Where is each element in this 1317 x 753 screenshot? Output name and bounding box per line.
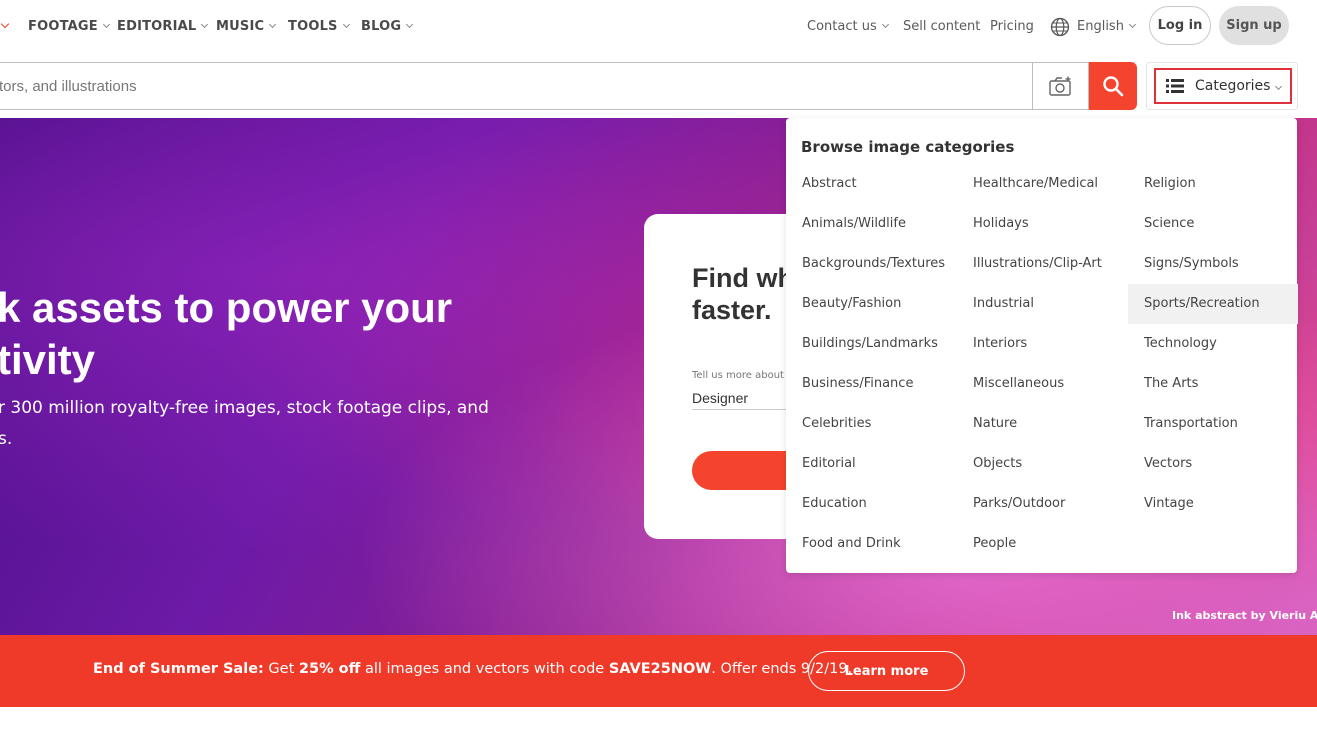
promo-text-part: Get (263, 661, 299, 677)
category-link[interactable]: Buildings/Landmarks (786, 324, 956, 364)
hero-title: k assets to power your tivity (0, 282, 517, 386)
category-link[interactable]: Celebrities (786, 404, 956, 444)
nav-sell-content[interactable]: Sell content (903, 19, 980, 34)
categories-column-1: Abstract Animals/Wildlife Backgrounds/Te… (786, 164, 956, 564)
categories-button[interactable]: Categories (1154, 68, 1292, 104)
category-link[interactable]: Technology (1128, 324, 1298, 364)
category-link[interactable]: Nature (957, 404, 1127, 444)
nav-editorial-label: EDITORIAL (117, 19, 197, 34)
category-link[interactable]: People (957, 524, 1127, 564)
categories-dropdown-title: Browse image categories (801, 138, 1015, 156)
chevron-down-icon (269, 20, 277, 29)
promo-text-part: all images and vectors with code (360, 661, 609, 677)
language-label: English (1077, 19, 1124, 34)
category-link[interactable]: Animals/Wildlife (786, 204, 956, 244)
nav-contact-us[interactable]: Contact us (807, 19, 889, 34)
category-link[interactable]: Food and Drink (786, 524, 956, 564)
nav-blog-label: BLOG (361, 19, 402, 34)
category-link[interactable]: Signs/Symbols (1128, 244, 1298, 284)
promo-text: End of Summer Sale: Get 25% off all imag… (93, 661, 852, 677)
nav-pricing[interactable]: Pricing (990, 19, 1034, 34)
search-button[interactable] (1089, 62, 1137, 110)
category-link[interactable]: Objects (957, 444, 1127, 484)
category-link[interactable]: Vintage (1128, 484, 1298, 524)
nav-contact-label: Contact us (807, 19, 877, 34)
nav-music[interactable]: MUSIC (216, 19, 277, 34)
categories-dropdown: Browse image categories Abstract Animals… (786, 118, 1298, 573)
chevron-down-icon (406, 20, 414, 29)
category-link[interactable]: Backgrounds/Textures (786, 244, 956, 284)
search-bar (0, 62, 1034, 110)
chevron-down-icon (1275, 82, 1283, 90)
categories-label: Categories (1195, 78, 1271, 94)
categories-column-3: Religion Science Signs/Symbols Sports/Re… (1128, 164, 1298, 524)
category-link[interactable]: Interiors (957, 324, 1127, 364)
camera-search-icon (1048, 76, 1071, 96)
category-link[interactable]: Industrial (957, 284, 1127, 324)
promo-code: SAVE25NOW (608, 661, 712, 677)
language-selector[interactable]: English (1077, 19, 1136, 34)
category-link[interactable]: Religion (1128, 164, 1298, 204)
category-link[interactable]: Illustrations/Clip-Art (957, 244, 1127, 284)
learn-more-button[interactable]: Learn more (808, 651, 965, 691)
category-link[interactable]: Science (1128, 204, 1298, 244)
login-button[interactable]: Log in (1149, 6, 1211, 45)
category-link[interactable]: Parks/Outdoor (957, 484, 1127, 524)
signup-button[interactable]: Sign up (1219, 6, 1289, 45)
nav-editorial[interactable]: EDITORIAL (117, 19, 209, 34)
nav-tools-label: TOOLS (288, 19, 338, 34)
chevron-down-icon (881, 20, 889, 29)
category-link[interactable]: Healthcare/Medical (957, 164, 1127, 204)
category-link[interactable]: Miscellaneous (957, 364, 1127, 404)
globe-icon[interactable] (1050, 17, 1070, 37)
hero-subtitle-line: s. (0, 429, 13, 449)
chevron-down-icon (201, 20, 209, 29)
nav-blog[interactable]: BLOG (361, 19, 414, 34)
find-card-title: Find wh faster. (692, 262, 794, 326)
chevron-down-icon[interactable] (0, 19, 10, 29)
category-link[interactable]: Abstract (786, 164, 956, 204)
category-link[interactable]: Beauty/Fashion (786, 284, 956, 324)
hero-title-line: k assets to power your (0, 284, 453, 331)
find-card-label: Tell us more about (692, 370, 784, 381)
image-credit[interactable]: Ink abstract by Vieriu Adrian (1172, 609, 1317, 622)
nav-footage-label: FOOTAGE (28, 19, 98, 34)
category-link[interactable]: Editorial (786, 444, 956, 484)
category-link[interactable]: Transportation (1128, 404, 1298, 444)
category-link[interactable]: Business/Finance (786, 364, 956, 404)
list-icon (1166, 79, 1184, 93)
search-icon (1103, 76, 1124, 97)
nav-music-label: MUSIC (216, 19, 265, 34)
hero-title-line: tivity (0, 336, 96, 383)
hero-subtitle: r 300 million royalty-free images, stock… (0, 393, 518, 455)
visual-search-button[interactable] (1032, 62, 1089, 110)
promo-discount: 25% off (298, 661, 361, 677)
promo-lead: End of Summer Sale: (93, 661, 264, 677)
top-navigation: FOOTAGE EDITORIAL MUSIC TOOLS BLOG Conta… (0, 0, 1317, 55)
categories-column-2: Healthcare/Medical Holidays Illustration… (957, 164, 1127, 564)
find-card-title-line: faster. (692, 295, 772, 325)
chevron-down-icon (342, 20, 350, 29)
hero-subtitle-line: r 300 million royalty-free images, stock… (0, 398, 489, 418)
category-link[interactable]: Vectors (1128, 444, 1298, 484)
chevron-down-icon (102, 20, 110, 29)
find-card-title-line: Find wh (692, 263, 794, 293)
nav-footage[interactable]: FOOTAGE (28, 19, 110, 34)
category-link-hovered[interactable]: Sports/Recreation (1128, 284, 1298, 324)
category-link[interactable]: Education (786, 484, 956, 524)
category-link[interactable]: Holidays (957, 204, 1127, 244)
category-link[interactable]: The Arts (1128, 364, 1298, 404)
chevron-down-icon (1128, 20, 1136, 29)
promo-banner: End of Summer Sale: Get 25% off all imag… (0, 635, 1317, 707)
search-input[interactable] (0, 63, 1029, 109)
nav-tools[interactable]: TOOLS (288, 19, 350, 34)
